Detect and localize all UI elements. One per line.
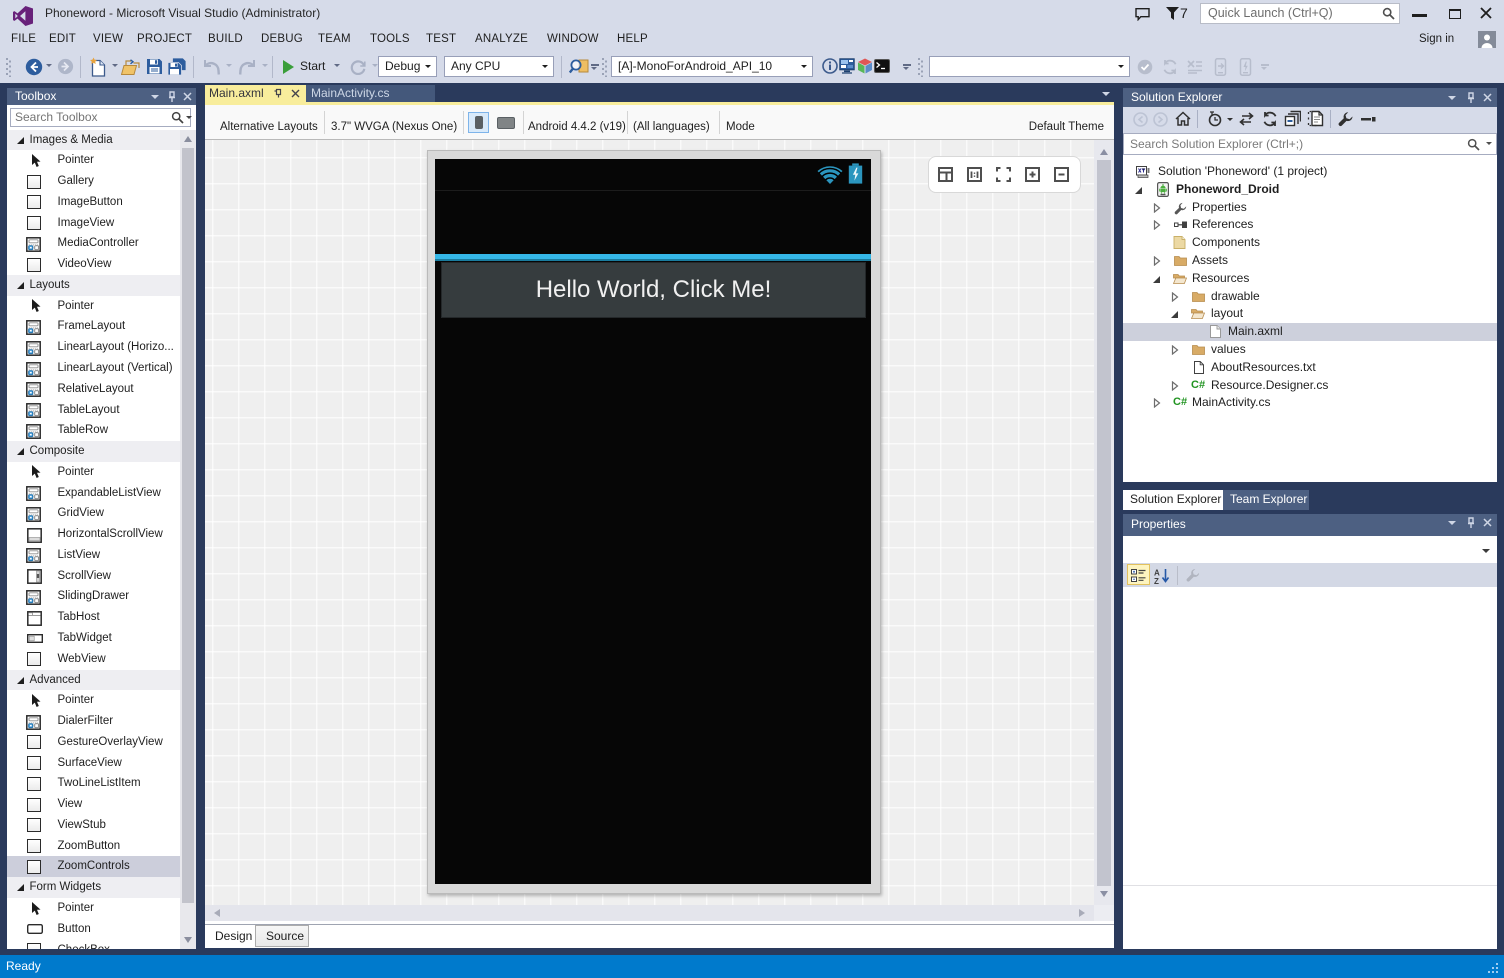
svg-text:Z: Z [1154,577,1159,584]
